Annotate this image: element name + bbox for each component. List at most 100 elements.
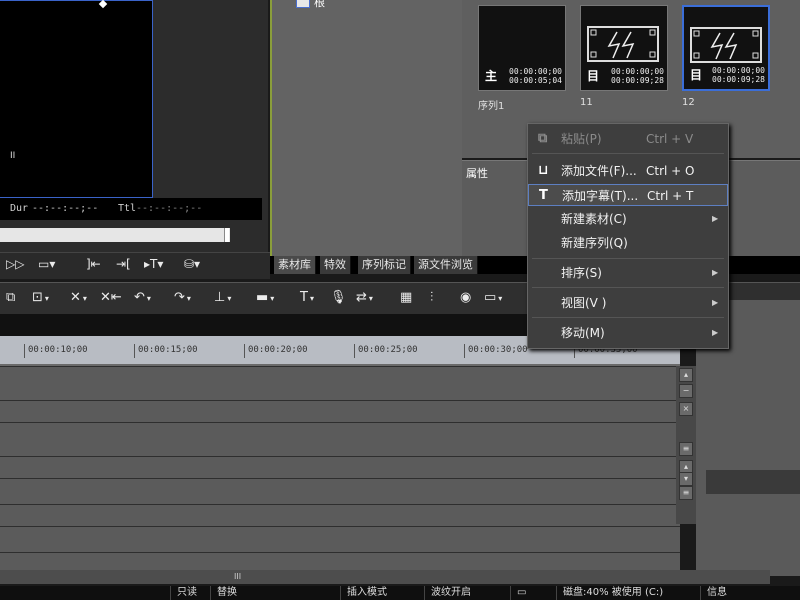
layout-icon[interactable]: ▭ ▾ xyxy=(484,290,502,305)
folder-checkbox-icon[interactable] xyxy=(296,0,310,8)
split-icon[interactable]: ▸T▾ xyxy=(144,257,163,271)
tab-material-library[interactable]: 素材库 xyxy=(274,256,316,274)
clip-tc-in: 00:00:00;00 xyxy=(712,66,765,75)
audio-mix-icon[interactable]: ⇄ ▾ xyxy=(356,290,373,305)
menu-item-label: 添加文件(F)... xyxy=(561,164,637,178)
timeline-tracks[interactable] xyxy=(0,366,680,576)
menu-item-label: 视图(V ) xyxy=(561,296,607,310)
export-icon[interactable]: ⛁▾ xyxy=(184,257,200,271)
menu-item-move[interactable]: 移动(M) ▶ xyxy=(528,322,728,344)
clip-name: 序列1 xyxy=(478,101,505,112)
properties-label: 属性 xyxy=(466,167,488,180)
undo-icon[interactable]: ↶ ▾ xyxy=(134,290,151,305)
track-divider xyxy=(0,504,680,505)
paste-icon: ⧉ xyxy=(538,131,548,146)
scrub-bar[interactable] xyxy=(0,228,230,242)
menu-separator xyxy=(532,317,724,318)
clip-name: 11 xyxy=(580,97,593,108)
scroll-up-icon[interactable]: ▴ xyxy=(679,368,693,382)
ruler-tick xyxy=(464,344,465,358)
scrub-handle[interactable] xyxy=(224,228,229,242)
clip-link-icon[interactable]: ⊡ ▾ xyxy=(32,290,49,305)
menu-item-new-material[interactable]: 新建素材(C) ▶ xyxy=(528,208,728,230)
track-divider xyxy=(0,478,680,479)
copy-icon[interactable]: ⧉ xyxy=(6,290,15,305)
status-bar: 只读 替换 插入模式 波纹开启 ▭ 磁盘:40% 被使用 (C:) 信息 xyxy=(0,586,800,600)
context-menu: ⧉ 粘贴(P) Ctrl + V ⊔ 添加文件(F)... Ctrl + O T… xyxy=(527,123,729,349)
menu-item-sort[interactable]: 排序(S) ▶ xyxy=(528,262,728,284)
sequence-icon: 主 xyxy=(485,69,498,83)
clip-tc-duration: 00:00:09;28 xyxy=(611,76,664,85)
delete-icon[interactable]: ✕⇤ xyxy=(100,290,122,305)
status-info[interactable]: 信息 xyxy=(700,586,733,600)
folder-root-label[interactable]: 根 xyxy=(314,0,325,10)
menu-item-new-sequence[interactable]: 新建序列(Q) xyxy=(528,232,728,254)
track-scrollbar[interactable]: ▴ − × ≡ ▴ ▾ ≡ xyxy=(676,366,696,524)
add-title-icon: T xyxy=(539,188,548,203)
scroll-lines-icon[interactable]: ≡ xyxy=(679,442,693,456)
menu-separator xyxy=(532,258,724,259)
scroll-lines-icon[interactable]: ≡ xyxy=(679,486,693,500)
timecode-row: Dur --:--:--;-- Ttl --:--:--;-- xyxy=(0,198,262,220)
clip-thumbnail-12[interactable]: 目 00:00:00;00 00:00:09;28 12 xyxy=(682,5,770,108)
cut-icon[interactable]: ✕ ▾ xyxy=(70,290,87,305)
menu-separator xyxy=(532,153,724,154)
menu-item-view[interactable]: 视图(V ) ▶ xyxy=(528,292,728,314)
hscroll-grip-icon[interactable]: III xyxy=(234,572,241,582)
scroll-down-icon[interactable]: ▾ xyxy=(679,472,693,486)
library-folder-panel: 根 xyxy=(270,0,462,258)
panel-separator xyxy=(706,470,800,494)
menu-item-shortcut: Ctrl + V xyxy=(646,132,694,146)
tab-source-browser[interactable]: 源文件浏览 xyxy=(414,256,478,274)
link-icon[interactable]: ▬ ▾ xyxy=(256,290,274,305)
microphone-icon[interactable]: 🎙 xyxy=(330,290,347,305)
scroll-close-icon[interactable]: × xyxy=(679,402,693,416)
tab-effects[interactable]: 特效 xyxy=(320,256,351,274)
clip-tc-in: 00:00:00;00 xyxy=(509,67,562,76)
track-divider xyxy=(0,526,680,527)
menu-item-label: 新建素材(C) xyxy=(561,212,627,226)
menu-item-label: 排序(S) xyxy=(561,266,602,280)
tab-sequence-markers[interactable]: 序列标记 xyxy=(358,256,411,274)
ruler-tick xyxy=(244,344,245,358)
track-divider xyxy=(0,552,680,553)
fast-forward-icon[interactable]: ▷▷ xyxy=(6,257,24,271)
thumbnail-image: 目 00:00:00;00 00:00:09;28 xyxy=(580,5,668,91)
color-icon[interactable]: ◉ xyxy=(460,290,471,305)
menu-item-label: 添加字幕(T)... xyxy=(562,189,639,203)
title-icon: 目 xyxy=(587,69,600,83)
submenu-arrow-icon: ▶ xyxy=(712,268,719,277)
ruler-label: 00:00:20;00 xyxy=(248,345,308,355)
mixer-icon[interactable]: ⫶ xyxy=(430,290,433,305)
dur-value: --:--:--;-- xyxy=(32,203,99,214)
clip-thumbnail-11[interactable]: 目 00:00:00;00 00:00:09;28 11 xyxy=(580,5,668,108)
menu-item-add-file[interactable]: ⊔ 添加文件(F)... Ctrl + O xyxy=(528,160,728,182)
text-tool-icon[interactable]: T ▾ xyxy=(300,290,314,305)
clip-tc-duration: 00:00:05;04 xyxy=(509,76,562,85)
dur-label: Dur xyxy=(10,203,29,214)
scroll-minus-icon[interactable]: − xyxy=(679,384,693,398)
track-divider xyxy=(0,456,680,457)
ruler-label: 00:00:15;00 xyxy=(138,345,198,355)
output-monitor-icon[interactable]: ▭▾ xyxy=(38,257,55,271)
clip-tc-duration: 00:00:09;28 xyxy=(712,75,765,84)
mark-out-icon[interactable]: ⇥[ xyxy=(116,257,131,271)
preview-screen[interactable]: II xyxy=(0,0,153,198)
timeline-hscrollbar[interactable] xyxy=(0,570,770,584)
set-marker-icon[interactable]: ⊥ ▾ xyxy=(214,290,231,305)
marker-icon xyxy=(98,0,108,9)
status-ripple: 波纹开启 xyxy=(424,586,477,600)
ruler-label: 00:00:30;00 xyxy=(468,345,528,355)
clip-thumbnail-seq1[interactable]: 主 00:00:00;00 00:00:05;04 序列1 xyxy=(478,5,566,112)
menu-item-add-title[interactable]: T 添加字幕(T)... Ctrl + T xyxy=(528,184,728,206)
redo-icon[interactable]: ↷ ▾ xyxy=(174,290,191,305)
title-clip-icon xyxy=(690,27,762,63)
submenu-arrow-icon: ▶ xyxy=(712,214,719,223)
status-insert-mode: 插入模式 xyxy=(340,586,393,600)
mark-in-icon[interactable]: ]⇤ xyxy=(86,257,101,271)
grid-icon[interactable]: ▦ xyxy=(400,290,412,305)
disk-icon: ▭ xyxy=(510,586,532,600)
menu-item-paste[interactable]: ⧉ 粘贴(P) Ctrl + V xyxy=(528,128,728,150)
menu-separator xyxy=(532,287,724,288)
menu-item-label: 移动(M) xyxy=(561,326,605,340)
